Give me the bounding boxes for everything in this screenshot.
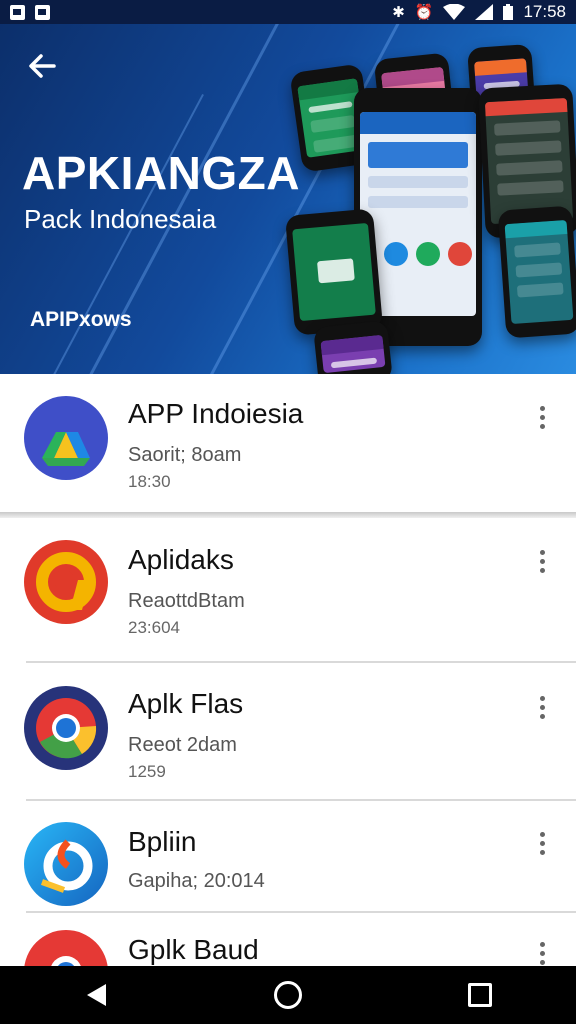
header-banner: APKIANGZA Pack Indonesaia APIPxows <box>0 24 576 374</box>
app-title: Aplidaks <box>128 544 234 575</box>
chrome-style-icon <box>24 686 108 770</box>
navigation-bar <box>0 966 576 1024</box>
home-icon <box>274 981 302 1009</box>
app-title: Gplk Baud <box>128 934 259 965</box>
more-options-button[interactable] <box>530 546 554 576</box>
app-subtitle: ReaottdBtam <box>128 590 245 612</box>
banner-brand: APIPxows <box>30 308 132 331</box>
status-right: ✱ ⏰ 17:58 <box>392 2 566 22</box>
phone-illustration <box>313 320 393 374</box>
more-options-button[interactable] <box>530 938 554 966</box>
app-subtitle: Gapiha; 20:014 <box>128 870 265 892</box>
list-item[interactable]: Aplk Flas Reeot 2dam 1259 <box>0 664 576 804</box>
more-options-button[interactable] <box>530 402 554 432</box>
app-list: Aplidaks ReaottdBtam 23:604 Aplk Flas Re… <box>0 518 576 966</box>
notification-icon <box>10 4 25 20</box>
phone-illustration <box>284 208 384 336</box>
back-button[interactable] <box>22 50 62 90</box>
divider <box>26 661 576 663</box>
blue-swirl-icon <box>24 822 108 906</box>
list-item[interactable]: Gplk Baud <box>0 914 576 966</box>
app-subtitle: Reeot 2dam <box>128 734 237 756</box>
nav-recents-button[interactable] <box>450 966 510 1024</box>
status-time: 17:58 <box>523 2 566 21</box>
app-subtitle: Saorit; 8oam <box>128 444 242 466</box>
divider <box>26 911 576 913</box>
more-options-button[interactable] <box>530 828 554 858</box>
divider <box>26 799 576 801</box>
phone-illustration <box>497 205 576 339</box>
notification-icon <box>35 4 50 20</box>
nav-home-button[interactable] <box>258 966 318 1024</box>
app-title: Bpliin <box>128 826 197 857</box>
status-bar: ✱ ⏰ 17:58 <box>0 0 576 24</box>
app-title: Aplk Flas <box>128 688 244 719</box>
status-left <box>10 4 50 20</box>
list-item[interactable]: Aplidaks ReaottdBtam 23:604 <box>0 518 576 658</box>
back-arrow-icon <box>29 54 56 78</box>
app-time: 18:30 <box>128 472 171 491</box>
bluetooth-icon: ✱ <box>392 3 405 21</box>
back-icon <box>86 984 106 1006</box>
app-title: APP Indoiesia <box>128 398 304 429</box>
recents-icon <box>468 983 492 1007</box>
featured-app-card: APP Indoiesia Saorit; 8oam 18:30 <box>0 374 576 512</box>
banner-title: APKIANGZA <box>22 147 300 199</box>
battery-icon <box>503 4 514 20</box>
nav-back-button[interactable] <box>66 966 126 1024</box>
app-time: 23:604 <box>128 618 180 637</box>
alarm-icon: ⏰ <box>414 3 434 21</box>
app-time: 1259 <box>128 762 166 781</box>
banner-subtitle: Pack Indonesaia <box>24 204 217 234</box>
wifi-icon <box>443 4 466 20</box>
action-dots <box>384 242 472 266</box>
more-options-button[interactable] <box>530 692 554 722</box>
signal-icon <box>475 4 494 20</box>
list-item[interactable]: APP Indoiesia Saorit; 8oam 18:30 <box>0 374 576 514</box>
drive-style-icon <box>24 396 108 480</box>
red-yellow-circle-icon <box>24 540 108 624</box>
chrome-red-icon <box>24 930 108 966</box>
